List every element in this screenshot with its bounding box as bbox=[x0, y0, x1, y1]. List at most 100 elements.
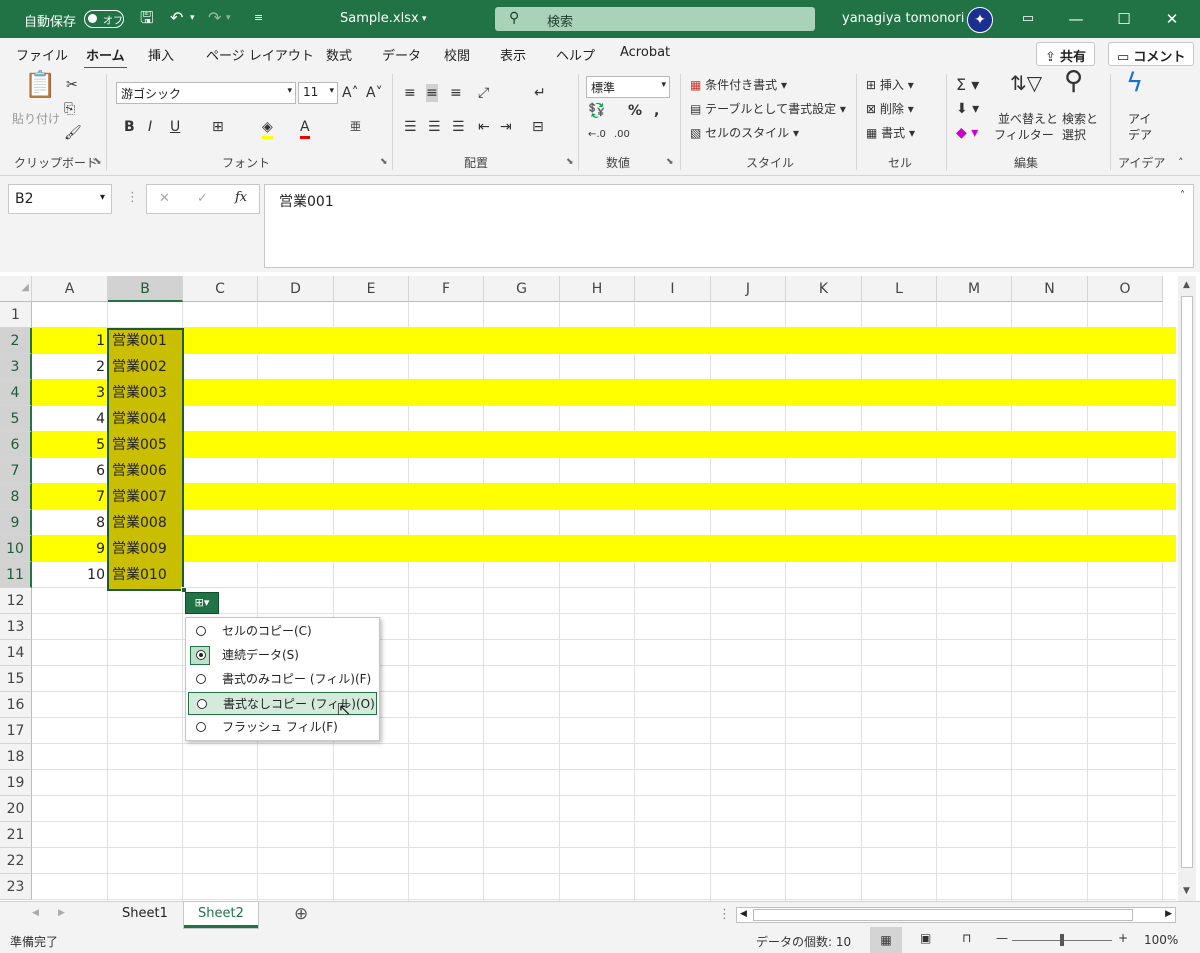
collapse-ribbon-icon[interactable]: ˄ bbox=[1178, 154, 1184, 172]
maximize-icon[interactable]: ☐ bbox=[1104, 6, 1144, 32]
search-box[interactable]: ⚲ 検索 bbox=[495, 7, 815, 31]
tab-split-grip-icon[interactable]: ⋮ bbox=[718, 907, 731, 922]
row-header-5[interactable]: 5 bbox=[0, 406, 32, 432]
row-header-19[interactable]: 19 bbox=[0, 770, 32, 796]
add-sheet-icon[interactable]: ⊕ bbox=[294, 904, 308, 924]
filename-dropdown-icon[interactable]: ▾ bbox=[422, 14, 427, 24]
tab-help[interactable]: ヘルプ bbox=[556, 45, 595, 64]
menu-item-fill-series[interactable]: 連続データ(S) bbox=[188, 644, 377, 667]
share-button[interactable]: ⇪ 共有 bbox=[1036, 42, 1096, 66]
conditional-formatting-button[interactable]: ▦ 条件付き書式 ▾ bbox=[690, 76, 787, 94]
tab-review[interactable]: 校閲 bbox=[444, 45, 470, 64]
menu-item-copy-cells[interactable]: セルのコピー(C) bbox=[188, 620, 377, 643]
tab-home[interactable]: ホーム bbox=[84, 45, 127, 70]
redo-dropdown-icon[interactable]: ▾ bbox=[226, 8, 231, 28]
align-bottom-icon[interactable]: ≡ bbox=[450, 84, 462, 102]
row-header-21[interactable]: 21 bbox=[0, 822, 32, 848]
number-launcher-icon[interactable]: ⬊ bbox=[666, 157, 674, 167]
decrease-decimal-icon[interactable]: .00 bbox=[614, 126, 630, 144]
undo-icon[interactable]: ↶ bbox=[170, 8, 183, 28]
insert-cells-button[interactable]: ⊞ 挿入 ▾ bbox=[866, 76, 914, 94]
cancel-icon[interactable]: ✕ bbox=[159, 191, 170, 206]
cell-a2[interactable]: 1 bbox=[32, 328, 108, 354]
column-header-h[interactable]: H bbox=[560, 276, 635, 302]
redo-icon[interactable]: ↷ bbox=[208, 8, 221, 28]
horizontal-scrollbar[interactable]: ◀ ▶ bbox=[736, 907, 1176, 923]
autosave-toggle[interactable]: オフ bbox=[84, 10, 124, 28]
cell-a9[interactable]: 8 bbox=[32, 510, 108, 536]
hscroll-thumb[interactable] bbox=[753, 909, 1133, 921]
cell-a10[interactable]: 9 bbox=[32, 536, 108, 562]
column-header-n[interactable]: N bbox=[1012, 276, 1088, 302]
ribbon-display-options-icon[interactable]: ▭ bbox=[1008, 6, 1048, 32]
align-left-icon[interactable]: ☰ bbox=[404, 118, 417, 136]
tab-view[interactable]: 表示 bbox=[500, 45, 526, 64]
row-header-13[interactable]: 13 bbox=[0, 614, 32, 640]
increase-font-icon[interactable]: A˄ bbox=[342, 84, 359, 102]
prev-sheet-icon[interactable]: ◀ bbox=[32, 908, 39, 918]
merge-center-icon[interactable]: ⊟ bbox=[532, 118, 544, 136]
column-header-j[interactable]: J bbox=[711, 276, 786, 302]
format-painter-icon[interactable]: 🖌 bbox=[64, 124, 82, 142]
fill-icon[interactable]: ⬇ ▾ bbox=[956, 100, 979, 118]
zoom-slider-thumb[interactable] bbox=[1060, 934, 1064, 946]
cell-a11[interactable]: 10 bbox=[32, 562, 108, 588]
cell-a3[interactable]: 2 bbox=[32, 354, 108, 380]
increase-indent-icon[interactable]: ⇥ bbox=[500, 118, 512, 136]
cell-a8[interactable]: 7 bbox=[32, 484, 108, 510]
name-box[interactable]: B2 ▾ bbox=[8, 184, 112, 214]
row-header-17[interactable]: 17 bbox=[0, 718, 32, 744]
scroll-right-icon[interactable]: ▶ bbox=[1165, 909, 1172, 919]
zoom-level[interactable]: 100% bbox=[1144, 933, 1178, 947]
sort-filter-icon[interactable]: ⇅▽ bbox=[1010, 73, 1042, 93]
increase-decimal-icon[interactable]: ←.0 bbox=[588, 126, 606, 144]
accounting-format-icon[interactable]: 💱 bbox=[588, 102, 605, 120]
tab-file[interactable]: ファイル bbox=[16, 45, 68, 64]
row-header-22[interactable]: 22 bbox=[0, 848, 32, 874]
row-header-7[interactable]: 7 bbox=[0, 458, 32, 484]
sheet-tab-sheet2[interactable]: Sheet2 bbox=[184, 902, 258, 928]
file-name[interactable]: Sample.xlsx bbox=[340, 11, 419, 26]
zoom-out-icon[interactable]: — bbox=[996, 931, 1008, 945]
sort-filter-label-2[interactable]: フィルター bbox=[994, 126, 1054, 144]
number-format-combo[interactable]: 標準 ▾ bbox=[586, 76, 670, 98]
column-header-b[interactable]: B bbox=[108, 276, 183, 302]
tab-data[interactable]: データ bbox=[382, 45, 421, 64]
bold-icon[interactable]: B bbox=[124, 118, 135, 136]
orientation-icon[interactable]: ⤢ bbox=[478, 84, 489, 102]
column-header-i[interactable]: I bbox=[635, 276, 711, 302]
delete-cells-button[interactable]: ⊠ 削除 ▾ bbox=[866, 100, 914, 118]
name-box-dropdown-icon[interactable]: ▾ bbox=[100, 192, 105, 203]
align-center-icon[interactable]: ☰ bbox=[428, 118, 441, 136]
row-header-2[interactable]: 2 bbox=[0, 328, 32, 354]
paste-icon[interactable]: 📋 bbox=[24, 72, 56, 98]
decrease-font-icon[interactable]: A˅ bbox=[366, 84, 383, 102]
italic-icon[interactable]: I bbox=[148, 118, 152, 136]
column-header-l[interactable]: L bbox=[862, 276, 937, 302]
undo-dropdown-icon[interactable]: ▾ bbox=[190, 8, 195, 28]
format-as-table-button[interactable]: ▤ テーブルとして書式設定 ▾ bbox=[690, 100, 846, 118]
collapse-formula-icon[interactable]: ˄ bbox=[1180, 190, 1185, 201]
cut-icon[interactable]: ✂ bbox=[66, 76, 78, 94]
comment-button[interactable]: ▭ コメント bbox=[1108, 42, 1195, 66]
align-top-icon[interactable]: ≡ bbox=[404, 84, 416, 102]
scroll-up-icon[interactable]: ▲ bbox=[1183, 280, 1190, 290]
paste-button[interactable]: 貼り付け bbox=[12, 110, 60, 128]
column-header-d[interactable]: D bbox=[258, 276, 334, 302]
row-header-10[interactable]: 10 bbox=[0, 536, 32, 562]
ideas-label-2[interactable]: デア bbox=[1128, 126, 1152, 144]
clipboard-launcher-icon[interactable]: ⬊ bbox=[94, 157, 102, 167]
clear-icon[interactable]: ◆ ▾ bbox=[956, 124, 978, 142]
ideas-icon[interactable]: ϟ bbox=[1126, 70, 1143, 96]
row-header-3[interactable]: 3 bbox=[0, 354, 32, 380]
fill-color-icon[interactable]: ◈ bbox=[262, 118, 273, 139]
row-header-23[interactable]: 23 bbox=[0, 874, 32, 900]
row-header-9[interactable]: 9 bbox=[0, 510, 32, 536]
row-header-15[interactable]: 15 bbox=[0, 666, 32, 692]
decrease-indent-icon[interactable]: ⇤ bbox=[478, 118, 490, 136]
font-color-icon[interactable]: A bbox=[300, 118, 310, 139]
enter-icon[interactable]: ✓ bbox=[197, 191, 208, 206]
scroll-left-icon[interactable]: ◀ bbox=[740, 909, 747, 919]
minimize-icon[interactable]: — bbox=[1056, 6, 1096, 32]
cell-a5[interactable]: 4 bbox=[32, 406, 108, 432]
